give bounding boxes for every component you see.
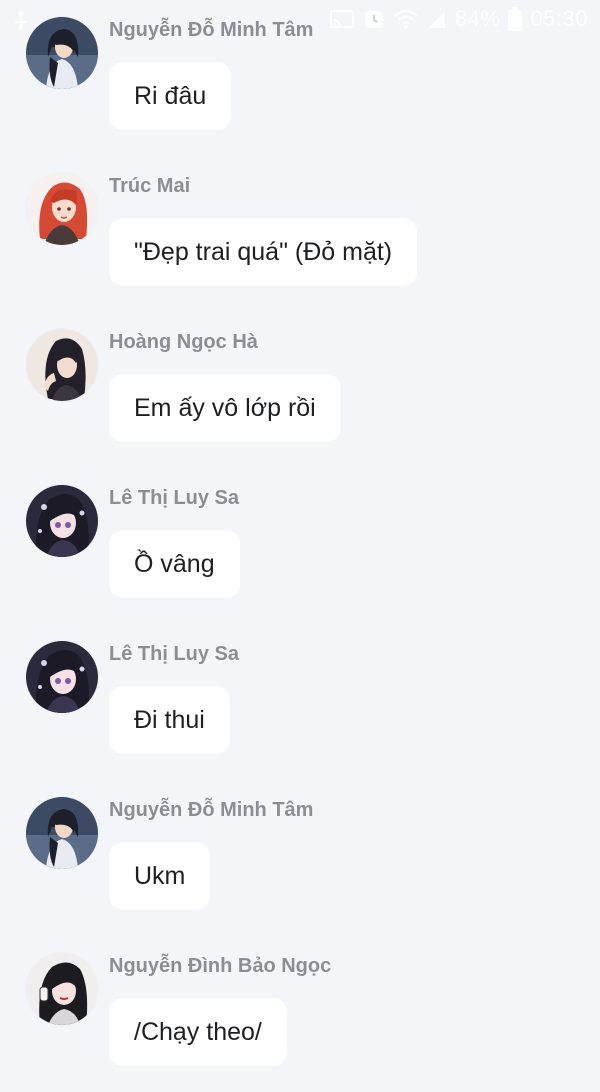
sender-name: Nguyễn Đỗ Minh Tâm — [109, 799, 314, 821]
avatar[interactable] — [26, 641, 98, 713]
avatar[interactable] — [26, 797, 98, 869]
chat-message: Hoàng Ngọc Hà Em ấy vô lớp rồi — [0, 312, 600, 468]
chat-message: Nguyễn Đình Bảo Ngọc /Chạy theo/ — [0, 936, 600, 1092]
sender-name: Nguyễn Đình Bảo Ngọc — [109, 955, 332, 977]
message-bubble[interactable]: Ri đâu — [109, 62, 232, 130]
sender-name: Hoàng Ngọc Hà — [109, 331, 258, 353]
avatar[interactable] — [26, 485, 98, 557]
sender-name: Lê Thị Luy Sa — [109, 643, 240, 665]
message-bubble[interactable]: Ồ vâng — [109, 530, 240, 598]
avatar-anime-girl-icon — [26, 485, 98, 557]
chat-message: Nguyễn Đỗ Minh Tâm Ri đâu — [0, 0, 600, 156]
avatar-dark-hair-woman-icon — [26, 797, 98, 869]
avatar-red-hair-woman-icon — [26, 173, 98, 245]
sender-name: Lê Thị Luy Sa — [109, 487, 240, 509]
avatar[interactable] — [26, 17, 98, 89]
chat-message: Lê Thị Luy Sa Đi thui — [0, 624, 600, 780]
sender-name: Nguyễn Đỗ Minh Tâm — [109, 19, 314, 41]
chat-message: Trúc Mai "Đẹp trai quá" (Đỏ mặt) — [0, 156, 600, 312]
message-bubble[interactable]: Đi thui — [109, 686, 230, 754]
avatar-headphones-girl-icon — [26, 953, 98, 1025]
avatar-black-hair-woman-icon — [26, 329, 98, 401]
avatar[interactable] — [26, 329, 98, 401]
chat-message: Nguyễn Đỗ Minh Tâm Ukm — [0, 780, 600, 936]
message-bubble[interactable]: Ukm — [109, 842, 211, 910]
chat-message-list[interactable]: Nguyễn Đỗ Minh Tâm Ri đâu Trúc Mai "Đẹp … — [0, 0, 600, 1067]
avatar-dark-hair-woman-icon — [26, 17, 98, 89]
message-bubble[interactable]: Em ấy vô lớp rồi — [109, 374, 341, 442]
message-bubble[interactable]: /Chạy theo/ — [109, 998, 287, 1066]
avatar-anime-girl-icon — [26, 641, 98, 713]
avatar[interactable] — [26, 173, 98, 245]
message-bubble[interactable]: "Đẹp trai quá" (Đỏ mặt) — [109, 218, 418, 286]
avatar[interactable] — [26, 953, 98, 1025]
sender-name: Trúc Mai — [109, 175, 191, 197]
chat-message: Lê Thị Luy Sa Ồ vâng — [0, 468, 600, 624]
